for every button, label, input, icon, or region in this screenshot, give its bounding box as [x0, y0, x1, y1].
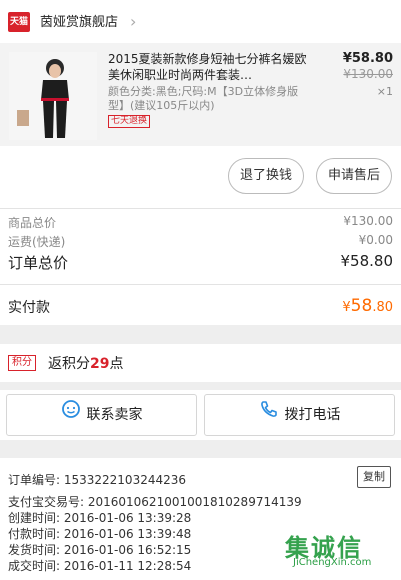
paid-time: 付款时间: 2016-01-06 13:39:48 — [8, 527, 192, 541]
call-phone-label: 拨打电话 — [284, 407, 341, 423]
chat-icon — [61, 395, 81, 435]
phone-icon — [259, 395, 279, 435]
paid-int: 58 — [350, 296, 373, 316]
paid-label: 实付款 — [8, 300, 50, 316]
watermark-url: JiChengXin.com — [293, 557, 372, 568]
paid-symbol: ¥ — [342, 300, 351, 315]
exchange-button[interactable]: 退了换钱 — [228, 158, 304, 194]
contact-bar: 联系卖家 拨打电话 — [0, 390, 401, 440]
product-title[interactable]: 2015夏装新款修身短袖七分裤名媛欧美休闲职业时尚两件套装… — [108, 51, 308, 83]
order-actions: 退了换钱 申请售后 — [0, 146, 401, 208]
store-name[interactable]: 茵娅赏旗舰店 — [40, 11, 118, 30]
order-number: 订单编号: 1533222103244236 — [8, 473, 187, 487]
copy-button[interactable]: 复制 — [357, 466, 391, 488]
order-total-label: 订单总价 — [8, 254, 69, 272]
product-quantity: ×1 — [376, 85, 393, 98]
product-original-price: ¥130.00 — [343, 67, 393, 81]
seven-day-return-badge: 七天退换 — [108, 115, 151, 128]
watermark-logo: 集诚信 JiChengXin.com — [275, 526, 395, 572]
shipping-label: 运费(快递) — [8, 235, 66, 249]
price-summary: 商品总价 ¥130.00 运费(快递) ¥0.00 订单总价 ¥58.80 实付… — [0, 208, 401, 325]
points-badge: 积分 — [8, 355, 36, 371]
points-row: 积分 返积分29点 — [0, 344, 401, 382]
points-value: 29 — [90, 356, 110, 372]
tmall-logo: 天猫 — [8, 12, 30, 32]
created-time: 创建时间: 2016-01-06 13:39:28 — [8, 511, 192, 525]
completed-time: 成交时间: 2016-01-11 12:28:54 — [8, 559, 192, 573]
product-thumbnail[interactable] — [9, 52, 97, 140]
shipping-value: ¥0.00 — [358, 233, 393, 247]
contact-seller-label: 联系卖家 — [86, 407, 143, 423]
chevron-right-icon: › — [130, 12, 137, 31]
product-price: ¥58.80 — [342, 51, 393, 66]
product-card[interactable]: 2015夏装新款修身短袖七分裤名媛欧美休闲职业时尚两件套装… 颜色分类:黑色;尺… — [0, 43, 401, 146]
goods-total-value: ¥130.00 — [343, 214, 393, 228]
paid-amount: ¥58.80 — [342, 296, 393, 316]
order-total-value: ¥58.80 — [340, 252, 394, 270]
points-text: 返积分29点 — [48, 353, 123, 373]
points-suffix: 点 — [109, 356, 124, 372]
call-phone-button[interactable]: 拨打电话 — [204, 394, 395, 436]
goods-total-label: 商品总价 — [8, 216, 57, 230]
product-sku: 颜色分类:黑色;尺码:M【3D立体修身版型】(建议105斤以内) — [108, 85, 299, 112]
alipay-number: 支付宝交易号: 2016010621001001810289714139 — [8, 495, 302, 509]
contact-seller-button[interactable]: 联系卖家 — [6, 394, 197, 436]
store-header[interactable]: 天猫 茵娅赏旗舰店 › — [0, 0, 401, 43]
points-prefix: 返积分 — [48, 356, 90, 372]
shipped-time: 发货时间: 2016-01-06 16:52:15 — [8, 543, 192, 557]
paid-dec: .80 — [372, 300, 393, 315]
after-sale-button[interactable]: 申请售后 — [316, 158, 392, 194]
